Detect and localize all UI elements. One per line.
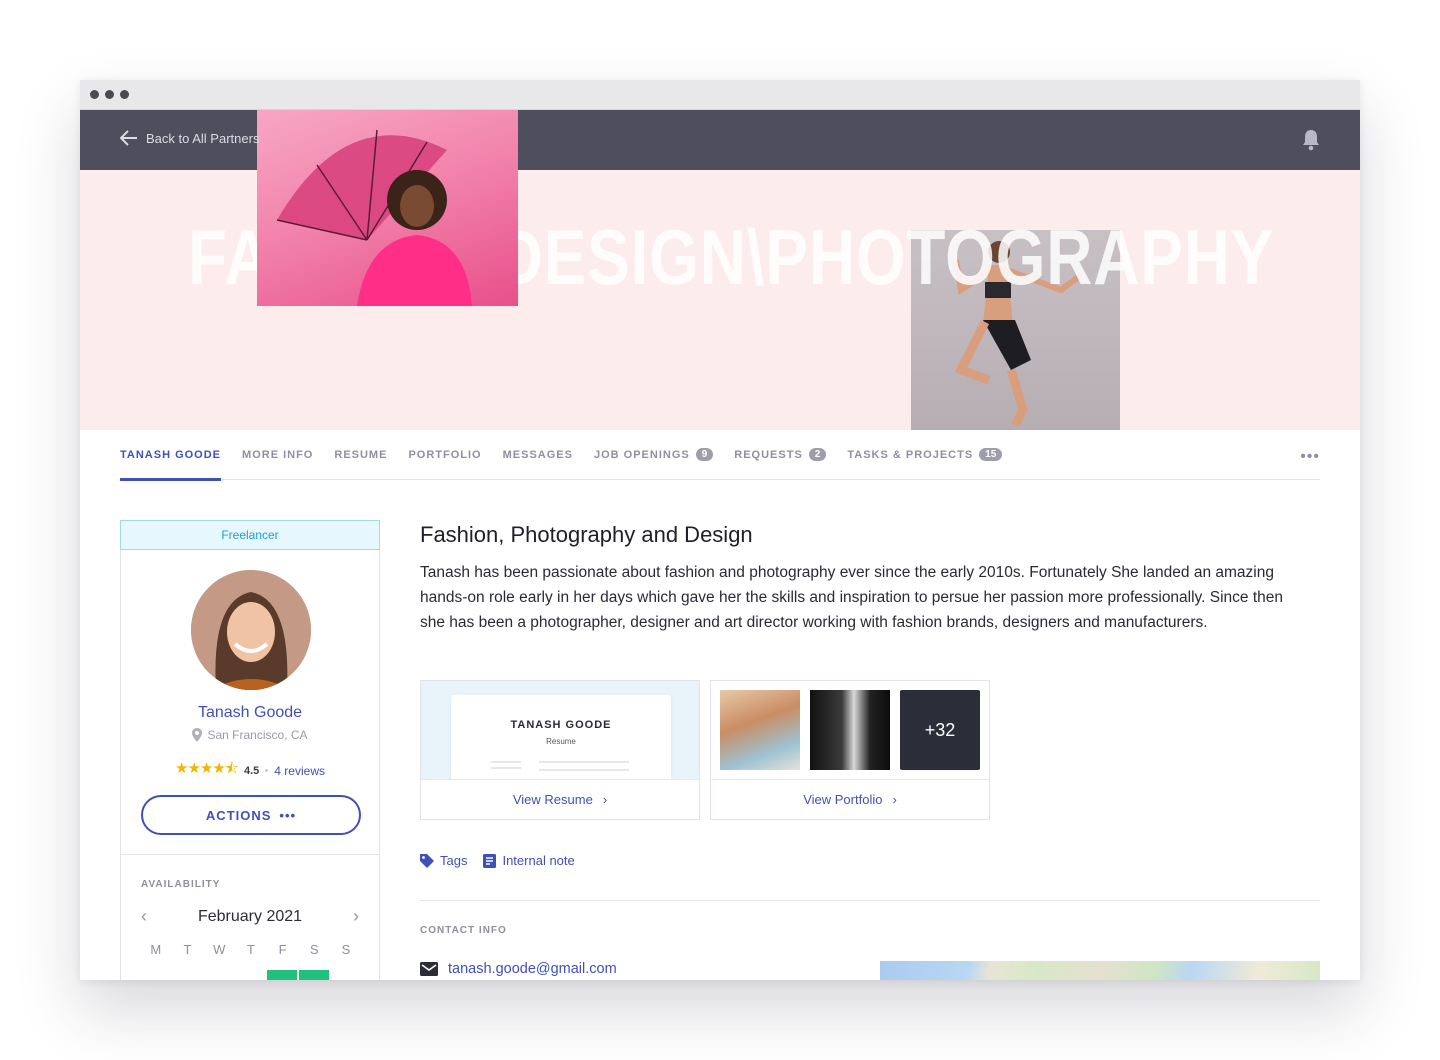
tab-label: TASKS & PROJECTS	[847, 448, 974, 461]
tab-resume[interactable]: RESUME	[334, 430, 387, 480]
chevron-left-icon[interactable]: ‹	[141, 906, 147, 927]
resume-line	[491, 767, 521, 769]
view-resume-label: View Resume	[512, 792, 593, 807]
weekday-label: T	[183, 942, 192, 957]
page-title: Fashion, Photography and Design	[420, 522, 753, 547]
tags-label: Tags	[440, 853, 468, 868]
portfolio-more-count[interactable]: +32	[900, 690, 980, 770]
tab-more-info[interactable]: MORE INFO	[242, 430, 313, 480]
tab-messages[interactable]: MESSAGES	[503, 430, 573, 480]
reviews-link[interactable]: 4 reviews	[274, 764, 325, 778]
window-dot-icon[interactable]	[90, 90, 99, 99]
profile-card: Freelancer Tanash Goode San Francisco, C…	[120, 520, 380, 980]
freelancer-badge: Freelancer	[120, 520, 380, 550]
calendar-month: February 2021	[197, 907, 303, 925]
count-badge: 2	[808, 448, 827, 461]
profile-location: San Francisco, CA	[121, 728, 379, 742]
tags-link[interactable]: Tags	[420, 853, 467, 868]
email-text: tanash.goode@gmail.com	[448, 961, 617, 977]
actions-button[interactable]: ACTIONS •••	[141, 795, 361, 835]
hero-photo-umbrella	[257, 110, 518, 306]
resume-card[interactable]: TANASH GOODE Resume View Resume ›	[420, 680, 700, 820]
tab-job-openings[interactable]: JOB OPENINGS 9	[593, 430, 714, 480]
mail-icon	[420, 962, 438, 976]
profile-tabs: TANASH GOODE MORE INFO RESUME PORTFOLIO …	[120, 430, 1320, 481]
window-dot-icon[interactable]	[120, 90, 129, 99]
resume-line	[539, 769, 629, 771]
bell-icon[interactable]	[1302, 129, 1320, 156]
available-day-cell[interactable]	[267, 970, 297, 980]
tab-label: TANASH GOODE	[120, 448, 222, 461]
back-link[interactable]: Back to All Partners	[120, 130, 259, 146]
chevron-right-icon: ›	[602, 792, 608, 807]
weekday-label: S	[309, 942, 319, 957]
location-map[interactable]	[880, 961, 1320, 980]
note-icon	[483, 853, 497, 868]
weekday-label: F	[278, 942, 287, 957]
bio-text: Tanash has been passionate about fashion…	[420, 564, 1284, 631]
tab-label: JOB OPENINGS	[593, 448, 690, 461]
weekday-label: T	[246, 942, 255, 957]
chevron-right-icon[interactable]: ›	[353, 906, 359, 927]
location-text: San Francisco, CA	[207, 728, 308, 742]
tab-label: MORE INFO	[242, 448, 314, 461]
separator-dot	[265, 769, 269, 772]
window-dot-icon[interactable]	[105, 90, 114, 99]
more-options-icon[interactable]: •••	[1300, 448, 1320, 466]
profile-name[interactable]: Tanash Goode	[121, 704, 379, 722]
count-badge: 15	[979, 448, 1003, 461]
avatar	[191, 570, 311, 690]
portfolio-thumbnail[interactable]	[810, 690, 890, 770]
tab-requests[interactable]: REQUESTS 2	[734, 430, 827, 480]
resume-line	[539, 761, 629, 763]
resume-subtitle: Resume	[546, 737, 576, 746]
portfolio-thumbnail[interactable]	[720, 690, 800, 770]
arrow-left-icon	[120, 130, 137, 146]
window-chrome	[80, 80, 1360, 110]
portfolio-card[interactable]: +32 View Portfolio ›	[710, 680, 990, 820]
rating-value: 4.5	[244, 764, 260, 777]
weekday-label: W	[213, 942, 226, 957]
weekday-row: M T W T F S S	[140, 942, 362, 957]
resume-line	[491, 761, 521, 763]
star-rating-icon: ★★★★⯪	[175, 760, 239, 777]
view-resume-link[interactable]: View Resume ›	[421, 779, 699, 819]
contact-info-title: CONTACT INFO	[420, 925, 507, 936]
hero-banner: Back to All Partners FASHION\DESIGN\PHOT…	[80, 110, 1360, 430]
tab-portfolio[interactable]: PORTFOLIO	[408, 430, 481, 480]
tab-label: MESSAGES	[502, 448, 573, 461]
tab-tasks-projects[interactable]: TASKS & PROJECTS 15	[847, 430, 1003, 480]
count-badge: 9	[695, 448, 714, 461]
back-link-label: Back to All Partners	[146, 130, 260, 146]
divider	[121, 854, 379, 855]
chevron-right-icon: ›	[892, 792, 897, 807]
tab-label: RESUME	[334, 448, 388, 461]
actions-label: ACTIONS	[205, 807, 272, 823]
divider	[420, 900, 1320, 901]
tag-icon	[420, 853, 434, 868]
tab-label: PORTFOLIO	[408, 448, 482, 461]
internal-note-label: Internal note	[502, 853, 575, 868]
tab-tanash-goode[interactable]: TANASH GOODE	[120, 430, 222, 481]
resume-name: TANASH GOODE	[510, 719, 612, 731]
availability-title: AVAILABILITY	[141, 879, 221, 890]
tab-label: REQUESTS	[734, 448, 803, 461]
location-pin-icon	[192, 728, 203, 742]
weekday-label: S	[341, 942, 351, 957]
available-day-cell[interactable]	[299, 970, 329, 980]
email-link[interactable]: tanash.goode@gmail.com	[420, 961, 617, 977]
dots-icon: •••	[279, 807, 297, 823]
rating-row: ★★★★⯪ 4.5 4 reviews	[121, 758, 379, 783]
browser-window: Back to All Partners FASHION\DESIGN\PHOT…	[80, 80, 1360, 980]
view-portfolio-label: View Portfolio	[803, 792, 883, 807]
view-portfolio-link[interactable]: View Portfolio ›	[711, 779, 989, 819]
internal-note-link[interactable]: Internal note	[483, 853, 575, 868]
weekday-label: M	[150, 942, 162, 957]
calendar-header: ‹ February 2021 ›	[121, 906, 379, 927]
profile-links: Tags Internal note	[420, 853, 575, 868]
